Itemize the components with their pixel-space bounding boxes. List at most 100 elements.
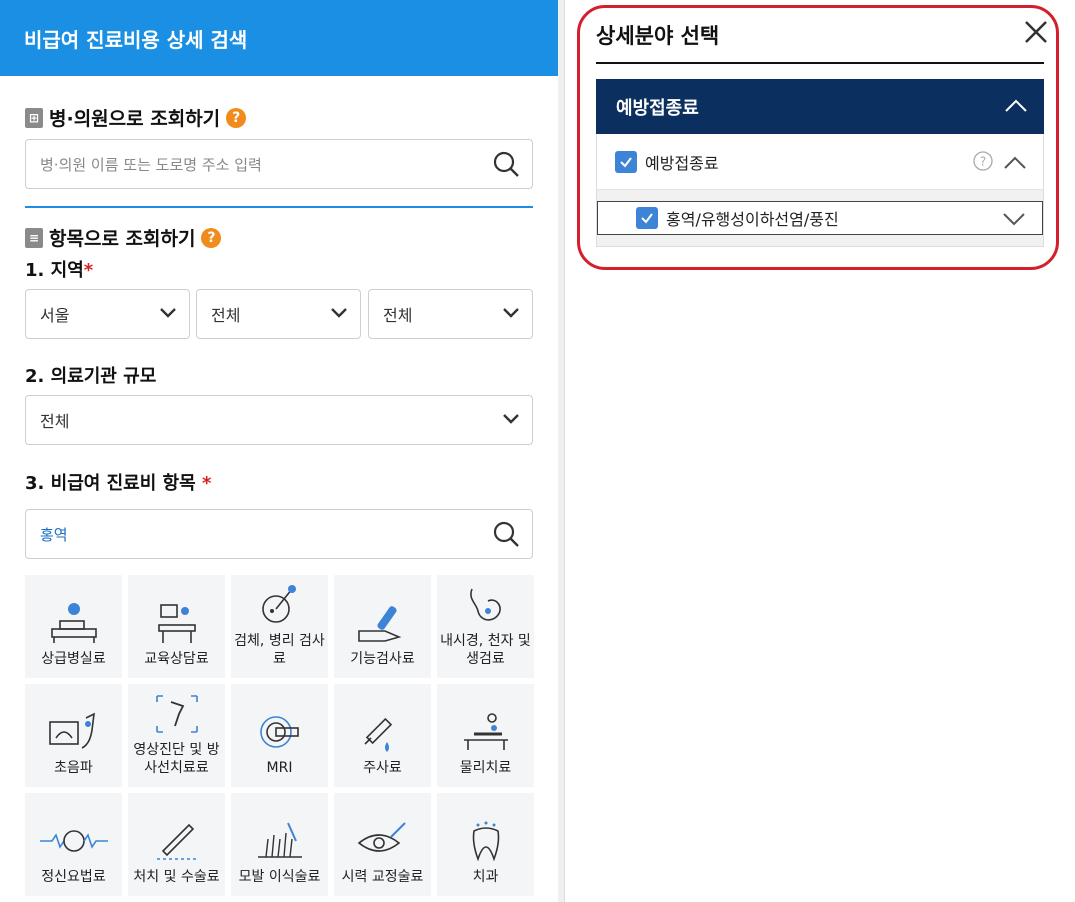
sigungu-value: 전체: [211, 306, 241, 325]
item-search-input[interactable]: 홍역: [25, 509, 533, 559]
category-label: MRI: [266, 759, 293, 776]
category-tile[interactable]: 초음파: [25, 684, 122, 787]
chevron-down-icon[interactable]: [1002, 212, 1026, 226]
detail-field-panel: 상세분야 선택 예방접종료 예방접종료 ? 홍역/유행성이하선염/풍진: [564, 0, 1075, 902]
chevron-down-icon: [331, 308, 347, 318]
category-tile[interactable]: 모발 이식술료: [231, 793, 328, 896]
subcategory-row[interactable]: 예방접종료 ?: [597, 134, 1043, 190]
nested-item-label: 홍역/유행성이하선염/풍진: [666, 210, 839, 229]
chevron-up-icon[interactable]: [1003, 154, 1027, 170]
category-tile[interactable]: 물리치료: [437, 684, 534, 787]
brain-wave-icon: [39, 829, 108, 852]
category-label: 치과: [472, 868, 499, 885]
facility-label: 2. 의료기관 규모: [25, 362, 156, 388]
search-icon[interactable]: [492, 150, 520, 178]
hospital-section-label: 병·의원으로 조회하기: [49, 108, 221, 130]
category-tile[interactable]: 기능검사료: [334, 575, 431, 678]
sigungu-select[interactable]: 전체: [196, 289, 361, 339]
document-icon: ≡: [25, 227, 43, 248]
item-label-text: 3. 비급여 진료비 항목: [25, 473, 196, 494]
question-icon[interactable]: ?: [973, 151, 993, 171]
chevron-down-icon: [503, 414, 519, 424]
category-label: 기능검사료: [350, 650, 415, 667]
hospital-search-input[interactable]: 병·의원 이름 또는 도로명 주소 입력: [25, 139, 533, 189]
search-icon[interactable]: [492, 520, 520, 548]
check-icon: [641, 213, 653, 224]
category-tile[interactable]: 교육상담료: [128, 575, 225, 678]
category-tile[interactable]: 내시경, 천자 및 생검료: [437, 575, 534, 678]
region-label-text: 1. 지역: [25, 260, 84, 281]
accordion-title: 예방접종료: [616, 97, 699, 119]
facility-value: 전체: [40, 412, 70, 431]
syringe-icon: [363, 717, 392, 752]
category-label: 정신요법료: [41, 868, 106, 885]
detail-panel-title: 상세분야 선택: [596, 24, 720, 48]
facility-label-text: 2. 의료기관 규모: [25, 366, 157, 387]
category-label: 검체, 병리 검사료: [234, 633, 325, 667]
category-tile[interactable]: 주사료: [334, 684, 431, 787]
category-label: 영상진단 및 방사선치료료: [133, 742, 220, 776]
hospital-section-title: ⊞ 병·의원으로 조회하기 ?: [25, 104, 247, 131]
hospital-bed-icon: [50, 602, 97, 643]
mri-icon: [259, 715, 299, 748]
item-section-label: 항목으로 조회하기: [49, 228, 196, 250]
hair-transplant-icon: [257, 822, 302, 858]
checkbox-checked[interactable]: [636, 207, 658, 229]
hospital-search-placeholder: 병·의원 이름 또는 도로명 주소 입력: [40, 155, 262, 174]
physical-therapy-icon: [463, 712, 508, 750]
ultrasound-icon: [48, 712, 95, 749]
dong-select[interactable]: 전체: [368, 289, 533, 339]
item-section-title: ≡ 항목으로 조회하기 ?: [25, 224, 222, 251]
chevron-up-icon[interactable]: [1004, 97, 1028, 113]
category-tile[interactable]: 시력 교정술료: [334, 793, 431, 896]
region-label: 1. 지역*: [25, 256, 93, 282]
item-label: 3. 비급여 진료비 항목 *: [25, 469, 211, 495]
category-tile[interactable]: 정신요법료: [25, 793, 122, 896]
accordion-body: 예방접종료 ? 홍역/유행성이하선염/풍진: [596, 134, 1044, 247]
sido-value: 서울: [40, 306, 70, 325]
category-label: 물리치료: [459, 759, 512, 776]
category-label: 내시경, 천자 및 생검료: [440, 633, 531, 667]
dong-value: 전체: [383, 306, 413, 325]
required-mark: *: [201, 473, 212, 494]
help-icon[interactable]: ?: [226, 107, 247, 128]
eye-correction-icon: [357, 821, 406, 852]
category-label: 시력 교정술료: [341, 868, 424, 885]
endoscope-icon: [469, 588, 501, 621]
sido-select[interactable]: 서울: [25, 289, 190, 339]
tooth-icon: [472, 821, 499, 861]
category-tile[interactable]: 상급병실료: [25, 575, 122, 678]
category-tile[interactable]: 영상진단 및 방사선치료료: [128, 684, 225, 787]
required-mark: *: [83, 260, 94, 281]
chevron-down-icon: [160, 308, 176, 318]
subcategory-label: 예방접종료: [645, 153, 719, 173]
chevron-down-icon: [503, 308, 519, 318]
check-icon: [620, 156, 632, 168]
left-search-panel: 비급여 진료비용 상세 검색 ⊞ 병·의원으로 조회하기 ? 병·의원 이름 또…: [0, 0, 558, 902]
item-search-value: 홍역: [40, 525, 68, 544]
nested-item-row[interactable]: 홍역/유행성이하선염/풍진: [597, 201, 1043, 235]
panel-title: 비급여 진료비용 상세 검색: [24, 27, 248, 52]
category-tile[interactable]: MRI: [231, 684, 328, 787]
specimen-test-icon: [261, 585, 296, 623]
category-label: 주사료: [363, 759, 402, 776]
category-label: 상급병실료: [41, 650, 106, 667]
category-label: 처치 및 수술료: [133, 868, 220, 885]
category-tile[interactable]: 치과: [437, 793, 534, 896]
facility-select[interactable]: 전체: [25, 395, 533, 445]
accordion-header-vaccination[interactable]: 예방접종료: [596, 79, 1044, 134]
title-rule: [596, 62, 1044, 64]
category-tile[interactable]: 처치 및 수술료: [128, 793, 225, 896]
close-icon[interactable]: [1022, 18, 1050, 46]
surgery-icon: [156, 823, 197, 860]
function-test-icon: [357, 605, 401, 642]
checkbox-checked[interactable]: [615, 150, 637, 173]
category-label: 교육상담료: [144, 650, 209, 667]
section-divider: [25, 206, 533, 208]
category-grid: 상급병실료 교육상담료 검체, 병리 검사료 기능검사료 내시경, 천자 및 생…: [25, 575, 534, 896]
category-label: 초음파: [54, 759, 93, 776]
panel-header: 비급여 진료비용 상세 검색: [0, 0, 558, 76]
category-tile[interactable]: 검체, 병리 검사료: [231, 575, 328, 678]
counseling-icon: [157, 603, 196, 643]
help-icon[interactable]: ?: [201, 227, 222, 248]
